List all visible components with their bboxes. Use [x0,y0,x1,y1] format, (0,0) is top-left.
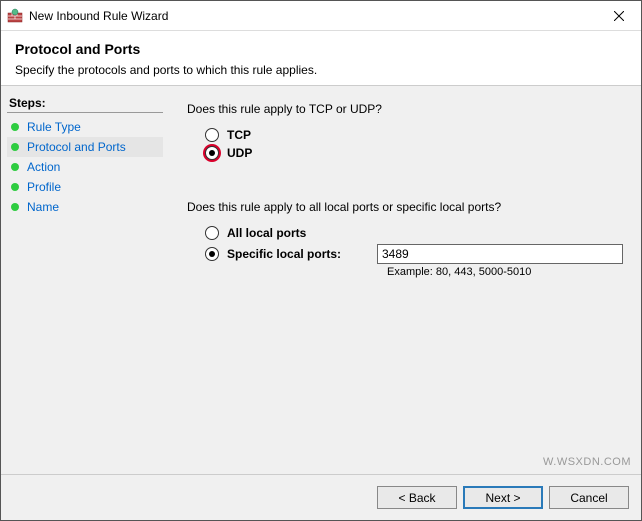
radio-all-ports-label: All local ports [227,226,377,240]
radio-row-tcp[interactable]: TCP [205,128,623,142]
page-title: Protocol and Ports [15,41,627,57]
step-profile[interactable]: Profile [7,177,163,197]
radio-row-udp[interactable]: UDP [205,146,623,160]
step-label: Action [27,160,60,174]
radio-tcp[interactable] [205,128,219,142]
radio-specific-ports[interactable] [205,247,219,261]
radio-specific-ports-label: Specific local ports: [227,247,377,261]
titlebar: New Inbound Rule Wizard [1,1,641,31]
window-title: New Inbound Rule Wizard [29,9,596,23]
radio-row-all-ports[interactable]: All local ports [205,226,623,240]
step-bullet-icon [11,203,19,211]
ports-question: Does this rule apply to all local ports … [187,200,623,214]
wizard-body: Steps: Rule Type Protocol and Ports Acti… [1,85,641,474]
page-subtitle: Specify the protocols and ports to which… [15,63,627,77]
steps-heading: Steps: [7,94,163,113]
specific-ports-input[interactable] [377,244,623,264]
radio-tcp-label: TCP [227,128,251,142]
radio-udp[interactable] [205,146,219,160]
step-action[interactable]: Action [7,157,163,177]
step-bullet-icon [11,183,19,191]
step-bullet-icon [11,123,19,131]
back-button[interactable]: < Back [377,486,457,509]
steps-sidebar: Steps: Rule Type Protocol and Ports Acti… [1,86,169,474]
step-label: Protocol and Ports [27,140,126,154]
wizard-window: New Inbound Rule Wizard Protocol and Por… [0,0,642,521]
wizard-header: Protocol and Ports Specify the protocols… [1,31,641,85]
step-label: Name [27,200,59,214]
wizard-content: Does this rule apply to TCP or UDP? TCP … [169,86,641,474]
step-name[interactable]: Name [7,197,163,217]
radio-row-specific-ports[interactable]: Specific local ports: [205,244,623,264]
step-bullet-icon [11,163,19,171]
ports-example-text: Example: 80, 443, 5000-5010 [387,266,623,278]
firewall-icon [7,8,23,24]
step-label: Profile [27,180,61,194]
cancel-button[interactable]: Cancel [549,486,629,509]
step-protocol-and-ports[interactable]: Protocol and Ports [7,137,163,157]
watermark-text: W.WSXDN.COM [543,456,631,468]
step-rule-type[interactable]: Rule Type [7,117,163,137]
step-bullet-icon [11,143,19,151]
wizard-footer: < Back Next > Cancel [1,474,641,520]
next-button[interactable]: Next > [463,486,543,509]
close-button[interactable] [596,1,641,30]
radio-udp-label: UDP [227,146,252,160]
step-label: Rule Type [27,120,81,134]
radio-all-ports[interactable] [205,226,219,240]
protocol-question: Does this rule apply to TCP or UDP? [187,102,623,116]
